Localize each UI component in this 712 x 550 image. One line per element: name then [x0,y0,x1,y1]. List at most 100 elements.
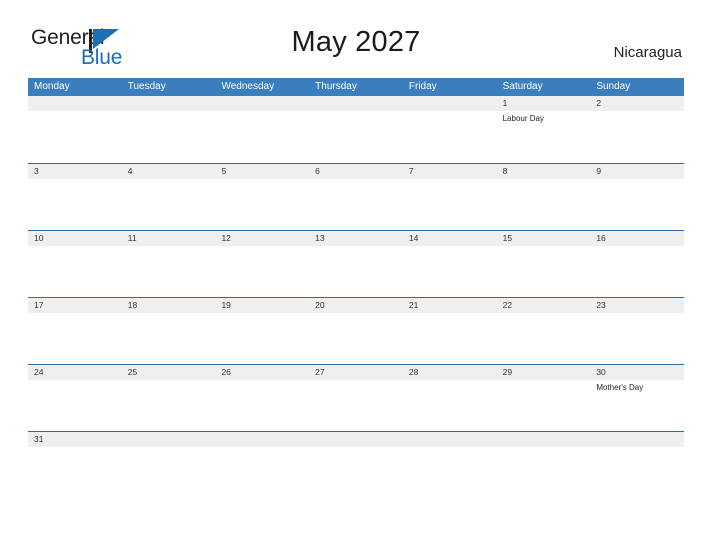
day-number [28,96,122,111]
week-event-cells [28,313,684,364]
day-number [215,432,309,447]
day-number[interactable]: 30 [590,365,684,380]
day-events [28,111,122,162]
week-date-numbers: 24 25 26 27 28 29 30 [28,365,684,380]
day-number[interactable]: 31 [28,432,122,447]
day-number[interactable]: 3 [28,164,122,179]
day-number[interactable]: 22 [497,298,591,313]
day-events[interactable]: Labour Day [497,111,591,162]
day-events [122,380,216,431]
day-number[interactable]: 11 [122,231,216,246]
day-events [122,111,216,162]
day-number[interactable]: 15 [497,231,591,246]
day-number[interactable]: 7 [403,164,497,179]
day-events [215,246,309,297]
day-number[interactable]: 26 [215,365,309,380]
day-number[interactable]: 23 [590,298,684,313]
day-number[interactable]: 2 [590,96,684,111]
day-number [403,432,497,447]
day-events [215,447,309,498]
day-events [403,111,497,162]
calendar-week-row: 10 11 12 13 14 15 16 [28,230,684,297]
week-event-cells [28,246,684,297]
day-number[interactable]: 4 [122,164,216,179]
day-events [590,313,684,364]
week-date-numbers: 10 11 12 13 14 15 16 [28,231,684,246]
weekday-header-friday: Friday [408,81,437,92]
day-events [590,447,684,498]
day-number [309,96,403,111]
day-number[interactable]: 1 [497,96,591,111]
calendar-week-row: 31 [28,431,684,498]
day-number[interactable]: 29 [497,365,591,380]
day-number[interactable]: 14 [403,231,497,246]
week-event-cells: Labour Day [28,111,684,162]
day-number[interactable]: 10 [28,231,122,246]
day-events [403,313,497,364]
weekday-header-monday: Monday [34,81,70,92]
weekday-header-saturday: Saturday [502,81,543,92]
day-events [590,179,684,230]
weekday-header-tuesday: Tuesday [127,81,166,92]
page-title: May 2027 [291,26,421,58]
week-date-numbers: 3456789 [28,164,684,179]
day-number[interactable]: 28 [403,365,497,380]
week-date-numbers: 17 18 19 20 21 22 23 [28,298,684,313]
day-number[interactable]: 8 [497,164,591,179]
calendar-week-row: 17 18 19 20 21 22 23 [28,297,684,364]
day-events [497,246,591,297]
day-number[interactable]: 12 [215,231,309,246]
day-number[interactable]: 24 [28,365,122,380]
day-number[interactable]: 25 [122,365,216,380]
day-number[interactable]: 13 [309,231,403,246]
day-events [28,447,122,498]
week-date-numbers: 31 [28,432,684,447]
day-events [122,246,216,297]
day-events [403,380,497,431]
calendar-week-row: 24 25 26 27 28 29 30 Mother's Day [28,364,684,431]
holiday-label: Labour Day [502,114,544,123]
day-events [28,179,122,230]
calendar-grid: Monday Tuesday Wednesday Thursday Friday Satu… [28,78,684,498]
day-events [590,246,684,297]
day-number [403,96,497,111]
day-events [403,447,497,498]
day-events [403,179,497,230]
day-events [122,447,216,498]
day-events [215,380,309,431]
day-number [215,96,309,111]
day-number[interactable]: 27 [309,365,403,380]
day-events [590,111,684,162]
week-event-cells [28,447,684,498]
day-events [28,246,122,297]
day-events [497,447,591,498]
day-events [215,313,309,364]
day-number[interactable]: 17 [28,298,122,313]
holiday-label: Mother's Day [596,383,644,392]
day-number [497,432,591,447]
day-number[interactable]: 6 [309,164,403,179]
day-number[interactable]: 20 [309,298,403,313]
day-number[interactable]: 9 [590,164,684,179]
week-event-cells [28,179,684,230]
day-events [309,313,403,364]
day-number [590,432,684,447]
day-number[interactable]: 21 [403,298,497,313]
calendar-weeks: 1 2 Labour Day 3 4 5 6 7 8 9 10 11 12 13 14 15 16 17 18 19 2… [28,96,684,498]
day-events[interactable]: Mother's Day [590,380,684,431]
day-events [309,179,403,230]
day-events [309,246,403,297]
day-events [497,179,591,230]
day-number[interactable]: 16 [590,231,684,246]
day-events [403,246,497,297]
day-number[interactable]: 19 [215,298,309,313]
week-event-cells: Mother's Day [28,380,684,431]
day-number[interactable]: 18 [122,298,216,313]
day-number[interactable]: 5 [215,164,309,179]
weekday-header-sunday: Sunday [596,81,631,92]
day-number [122,432,216,447]
country-label: Nicaragua [613,44,682,61]
day-events [215,179,309,230]
day-number [122,96,216,111]
day-events [309,111,403,162]
